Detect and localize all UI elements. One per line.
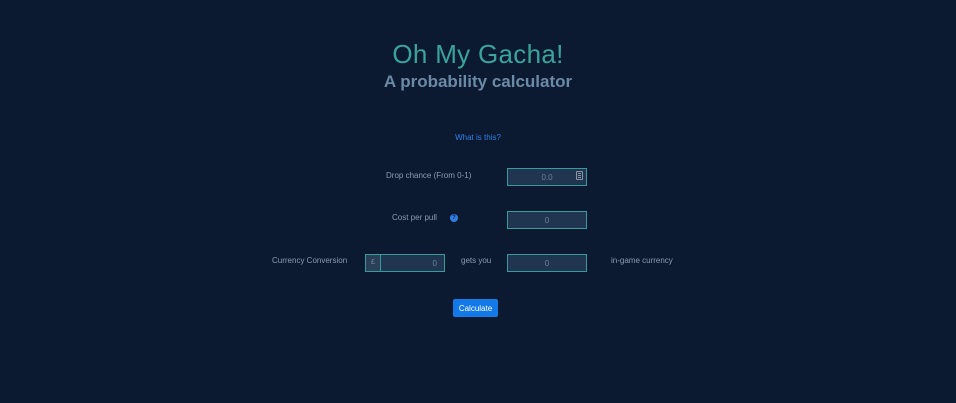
number-spinner-icon[interactable] bbox=[576, 171, 583, 180]
ingame-currency-label: in-game currency bbox=[611, 256, 673, 265]
drop-chance-input[interactable] bbox=[507, 168, 587, 186]
cost-per-pull-input[interactable] bbox=[507, 211, 587, 229]
cost-per-pull-label: Cost per pull bbox=[392, 213, 437, 222]
real-currency-input[interactable] bbox=[380, 254, 445, 272]
question-circle-icon[interactable]: ? bbox=[450, 214, 458, 222]
currency-conversion-label: Currency Conversion bbox=[272, 256, 348, 265]
drop-chance-label: Drop chance (From 0-1) bbox=[386, 171, 472, 180]
currency-prefix: £ bbox=[365, 254, 381, 272]
gets-you-label: gets you bbox=[461, 256, 492, 265]
ingame-currency-input[interactable] bbox=[507, 254, 587, 272]
page-title: Oh My Gacha! bbox=[392, 39, 564, 69]
what-is-this-link[interactable]: What is this? bbox=[0, 132, 956, 144]
page: Oh My Gacha! A probability calculator Wh… bbox=[0, 0, 956, 403]
calculate-button[interactable]: Calculate bbox=[453, 299, 498, 317]
page-subtitle: A probability calculator bbox=[383, 72, 573, 91]
